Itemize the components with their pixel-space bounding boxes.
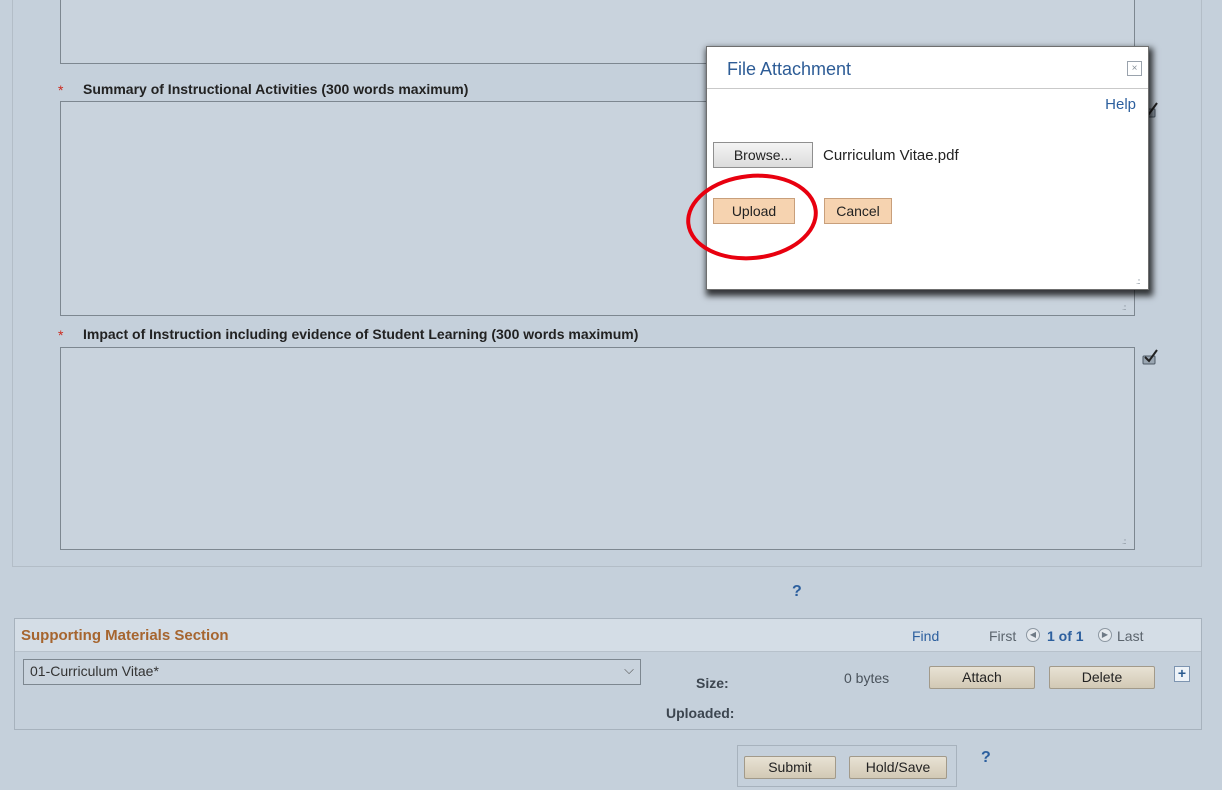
close-icon[interactable]: × (1127, 61, 1142, 76)
attach-button[interactable]: Attach (929, 666, 1035, 689)
hold-save-button[interactable]: Hold/Save (849, 756, 947, 779)
modal-divider (707, 88, 1148, 89)
required-marker: * (58, 82, 64, 98)
help-link[interactable]: Help (1105, 96, 1136, 113)
selected-file-name: Curriculum Vitae.pdf (823, 147, 959, 164)
supporting-materials-title: Supporting Materials Section (21, 627, 229, 644)
modal-resize-grip-icon[interactable]: .:: (1136, 277, 1145, 286)
previous-arrow-icon[interactable]: ◀ (1026, 628, 1040, 642)
submit-button[interactable]: Submit (744, 756, 836, 779)
supporting-materials-header: Supporting Materials Section Find First … (15, 619, 1201, 652)
impact-textarea[interactable]: .:: (60, 347, 1135, 550)
form-help-icon[interactable]: ? (792, 583, 802, 601)
next-arrow-icon[interactable]: ▶ (1098, 628, 1112, 642)
last-link[interactable]: Last (1117, 628, 1143, 644)
summary-label: Summary of Instructional Activities (300… (83, 81, 469, 97)
material-type-value: 01-Curriculum Vitae* (30, 663, 159, 679)
resize-grip-icon[interactable]: .:: (1122, 303, 1131, 312)
plus-icon[interactable]: + (1174, 666, 1190, 682)
resize-grip-icon[interactable]: .:: (1122, 537, 1131, 546)
spellcheck-icon[interactable] (1141, 348, 1159, 366)
size-value: 0 bytes (844, 670, 890, 686)
required-marker: * (58, 327, 64, 343)
size-label: Size: (696, 675, 729, 691)
cancel-button[interactable]: Cancel (824, 198, 892, 224)
impact-label: Impact of Instruction including evidence… (83, 326, 639, 342)
actions-help-icon[interactable]: ? (981, 749, 991, 767)
supporting-materials-section: Supporting Materials Section Find First … (14, 618, 1202, 730)
browse-button[interactable]: Browse... (713, 142, 813, 168)
uploaded-label: Uploaded: (666, 705, 735, 721)
first-link[interactable]: First (989, 628, 1016, 644)
find-link[interactable]: Find (912, 628, 939, 644)
delete-button[interactable]: Delete (1049, 666, 1155, 689)
material-type-select[interactable]: 01-Curriculum Vitae* ⌵ (23, 659, 641, 685)
page-indicator: 1 of 1 (1047, 628, 1084, 644)
chevron-down-icon[interactable]: ⌵ (624, 662, 634, 678)
action-button-bar: Submit Hold/Save (737, 745, 957, 787)
modal-title: File Attachment (727, 59, 852, 79)
